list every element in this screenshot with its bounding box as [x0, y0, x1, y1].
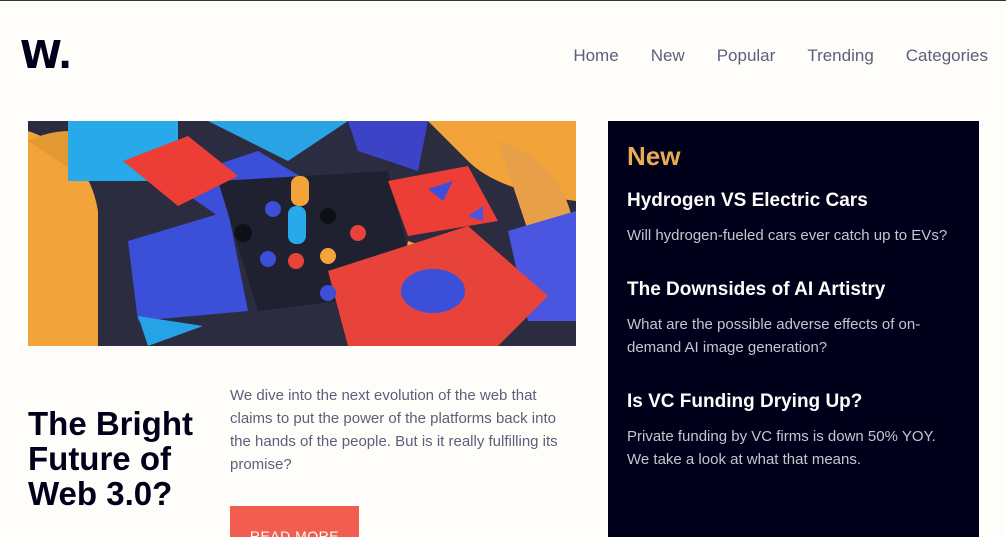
new-articles-panel: New Hydrogen VS Electric Cars Will hydro… [608, 121, 979, 537]
nav-new[interactable]: New [651, 46, 685, 66]
panel-title: New [627, 141, 681, 171]
hero-description: We dive into the next evolution of the w… [230, 387, 558, 473]
nav-categories[interactable]: Categories [906, 46, 988, 66]
news-item-text: What are the possible adverse effects of… [627, 316, 921, 356]
hero-headline: The Bright Future of Web 3.0? [28, 406, 218, 511]
headline-line-2: Future of [28, 440, 171, 477]
news-item[interactable]: Hydrogen VS Electric Cars Will hydrogen-… [627, 190, 960, 247]
headline-line-3: Web 3.0? [28, 475, 173, 512]
news-item-title[interactable]: The Downsides of AI Artistry [627, 279, 960, 301]
nav-home[interactable]: Home [573, 46, 618, 66]
site-logo[interactable]: W. [20, 33, 72, 77]
news-item-text: Private funding by VC firms is down 50% … [627, 428, 936, 468]
news-item[interactable]: Is VC Funding Drying Up? Private funding… [627, 391, 960, 471]
hero-image [28, 121, 576, 346]
headline-line-1: The Bright [28, 405, 193, 442]
news-item[interactable]: The Downsides of AI Artistry What are th… [627, 279, 960, 359]
read-more-button[interactable]: READ MORE [230, 506, 359, 537]
nav-popular[interactable]: Popular [717, 46, 776, 66]
news-item-text: Will hydrogen-fueled cars ever catch up … [627, 227, 948, 244]
news-item-title[interactable]: Hydrogen VS Electric Cars [627, 190, 960, 212]
main-nav: Home New Popular Trending Categories [573, 46, 988, 66]
nav-trending[interactable]: Trending [807, 46, 873, 66]
news-item-title[interactable]: Is VC Funding Drying Up? [627, 391, 960, 413]
